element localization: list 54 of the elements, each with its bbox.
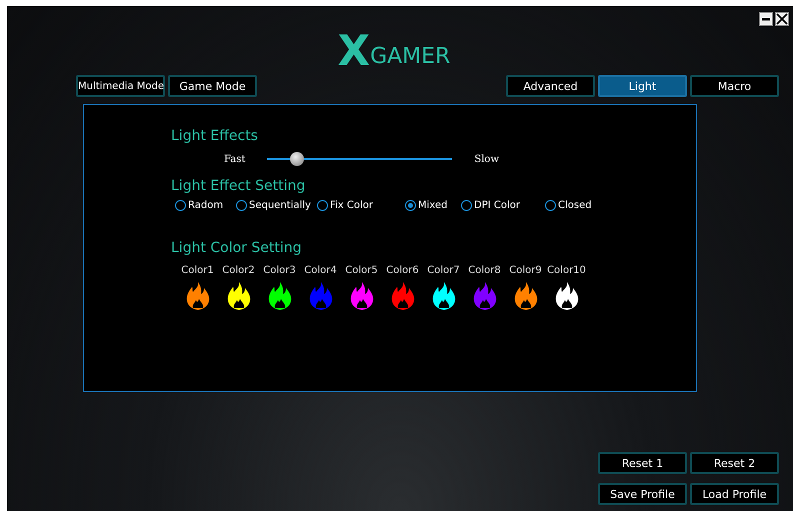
radio-label: Closed: [558, 200, 592, 211]
radio-option[interactable]: Mixed: [405, 200, 461, 211]
flame-icon[interactable]: [186, 282, 210, 310]
action-button[interactable]: Save Profile: [598, 483, 687, 505]
section-title: Light Effect Setting: [171, 177, 306, 195]
action-button[interactable]: Reset 1: [598, 452, 687, 474]
logo: XGAMER: [338, 28, 450, 70]
radio-label: Mixed: [418, 200, 448, 211]
close-button[interactable]: [775, 12, 789, 26]
flame-icon[interactable]: [432, 282, 456, 310]
radio-option[interactable]: Radom: [175, 200, 236, 211]
radio-label: Sequentially: [249, 200, 311, 211]
color-label: Color8: [468, 265, 501, 276]
tab[interactable]: Advanced: [506, 75, 595, 97]
tab[interactable]: Light: [598, 75, 687, 97]
radio-label: Fix Color: [330, 200, 374, 211]
slider-min-label: Fast: [224, 154, 246, 164]
action-button[interactable]: Load Profile: [690, 483, 779, 505]
color-label: Color7: [427, 265, 460, 276]
color-label: Color4: [304, 265, 337, 276]
radio-label: Radom: [188, 200, 224, 211]
tab[interactable]: Macro: [690, 75, 779, 97]
flame-icon[interactable]: [226, 282, 250, 310]
color-label: Color9: [509, 265, 542, 276]
mode-button[interactable]: Multimedia Mode: [76, 75, 165, 97]
mode-button[interactable]: Game Mode: [168, 75, 257, 97]
radio-button[interactable]: [545, 200, 556, 211]
radio-option[interactable]: Sequentially: [236, 200, 317, 211]
color-label: Color3: [263, 265, 296, 276]
radio-button[interactable]: [405, 200, 416, 211]
radio-button[interactable]: [461, 200, 472, 211]
radio-option[interactable]: Fix Color: [317, 200, 405, 211]
section-title: Light Effects: [171, 127, 259, 145]
close-icon: [776, 13, 788, 25]
color-label: Color5: [345, 265, 378, 276]
color-label: Color6: [386, 265, 419, 276]
radio-option[interactable]: DPI Color: [461, 200, 545, 211]
flame-icon[interactable]: [350, 282, 374, 310]
radio-button[interactable]: [236, 200, 247, 211]
radio-button[interactable]: [317, 200, 328, 211]
minimize-button[interactable]: [759, 12, 773, 26]
radio-label: DPI Color: [474, 200, 520, 211]
color-label: Color1: [181, 265, 214, 276]
flame-icon[interactable]: [268, 282, 292, 310]
slider-max-label: Slow: [474, 154, 500, 164]
flame-icon[interactable]: [554, 282, 578, 310]
radio-button[interactable]: [175, 200, 186, 211]
slider-thumb[interactable]: [290, 152, 304, 166]
radio-option[interactable]: Closed: [545, 200, 605, 211]
flame-icon[interactable]: [514, 282, 538, 310]
color-label: Color10: [547, 265, 586, 276]
color-label: Color2: [222, 265, 255, 276]
action-button[interactable]: Reset 2: [690, 452, 779, 474]
section-title: Light Color Setting: [171, 239, 303, 257]
